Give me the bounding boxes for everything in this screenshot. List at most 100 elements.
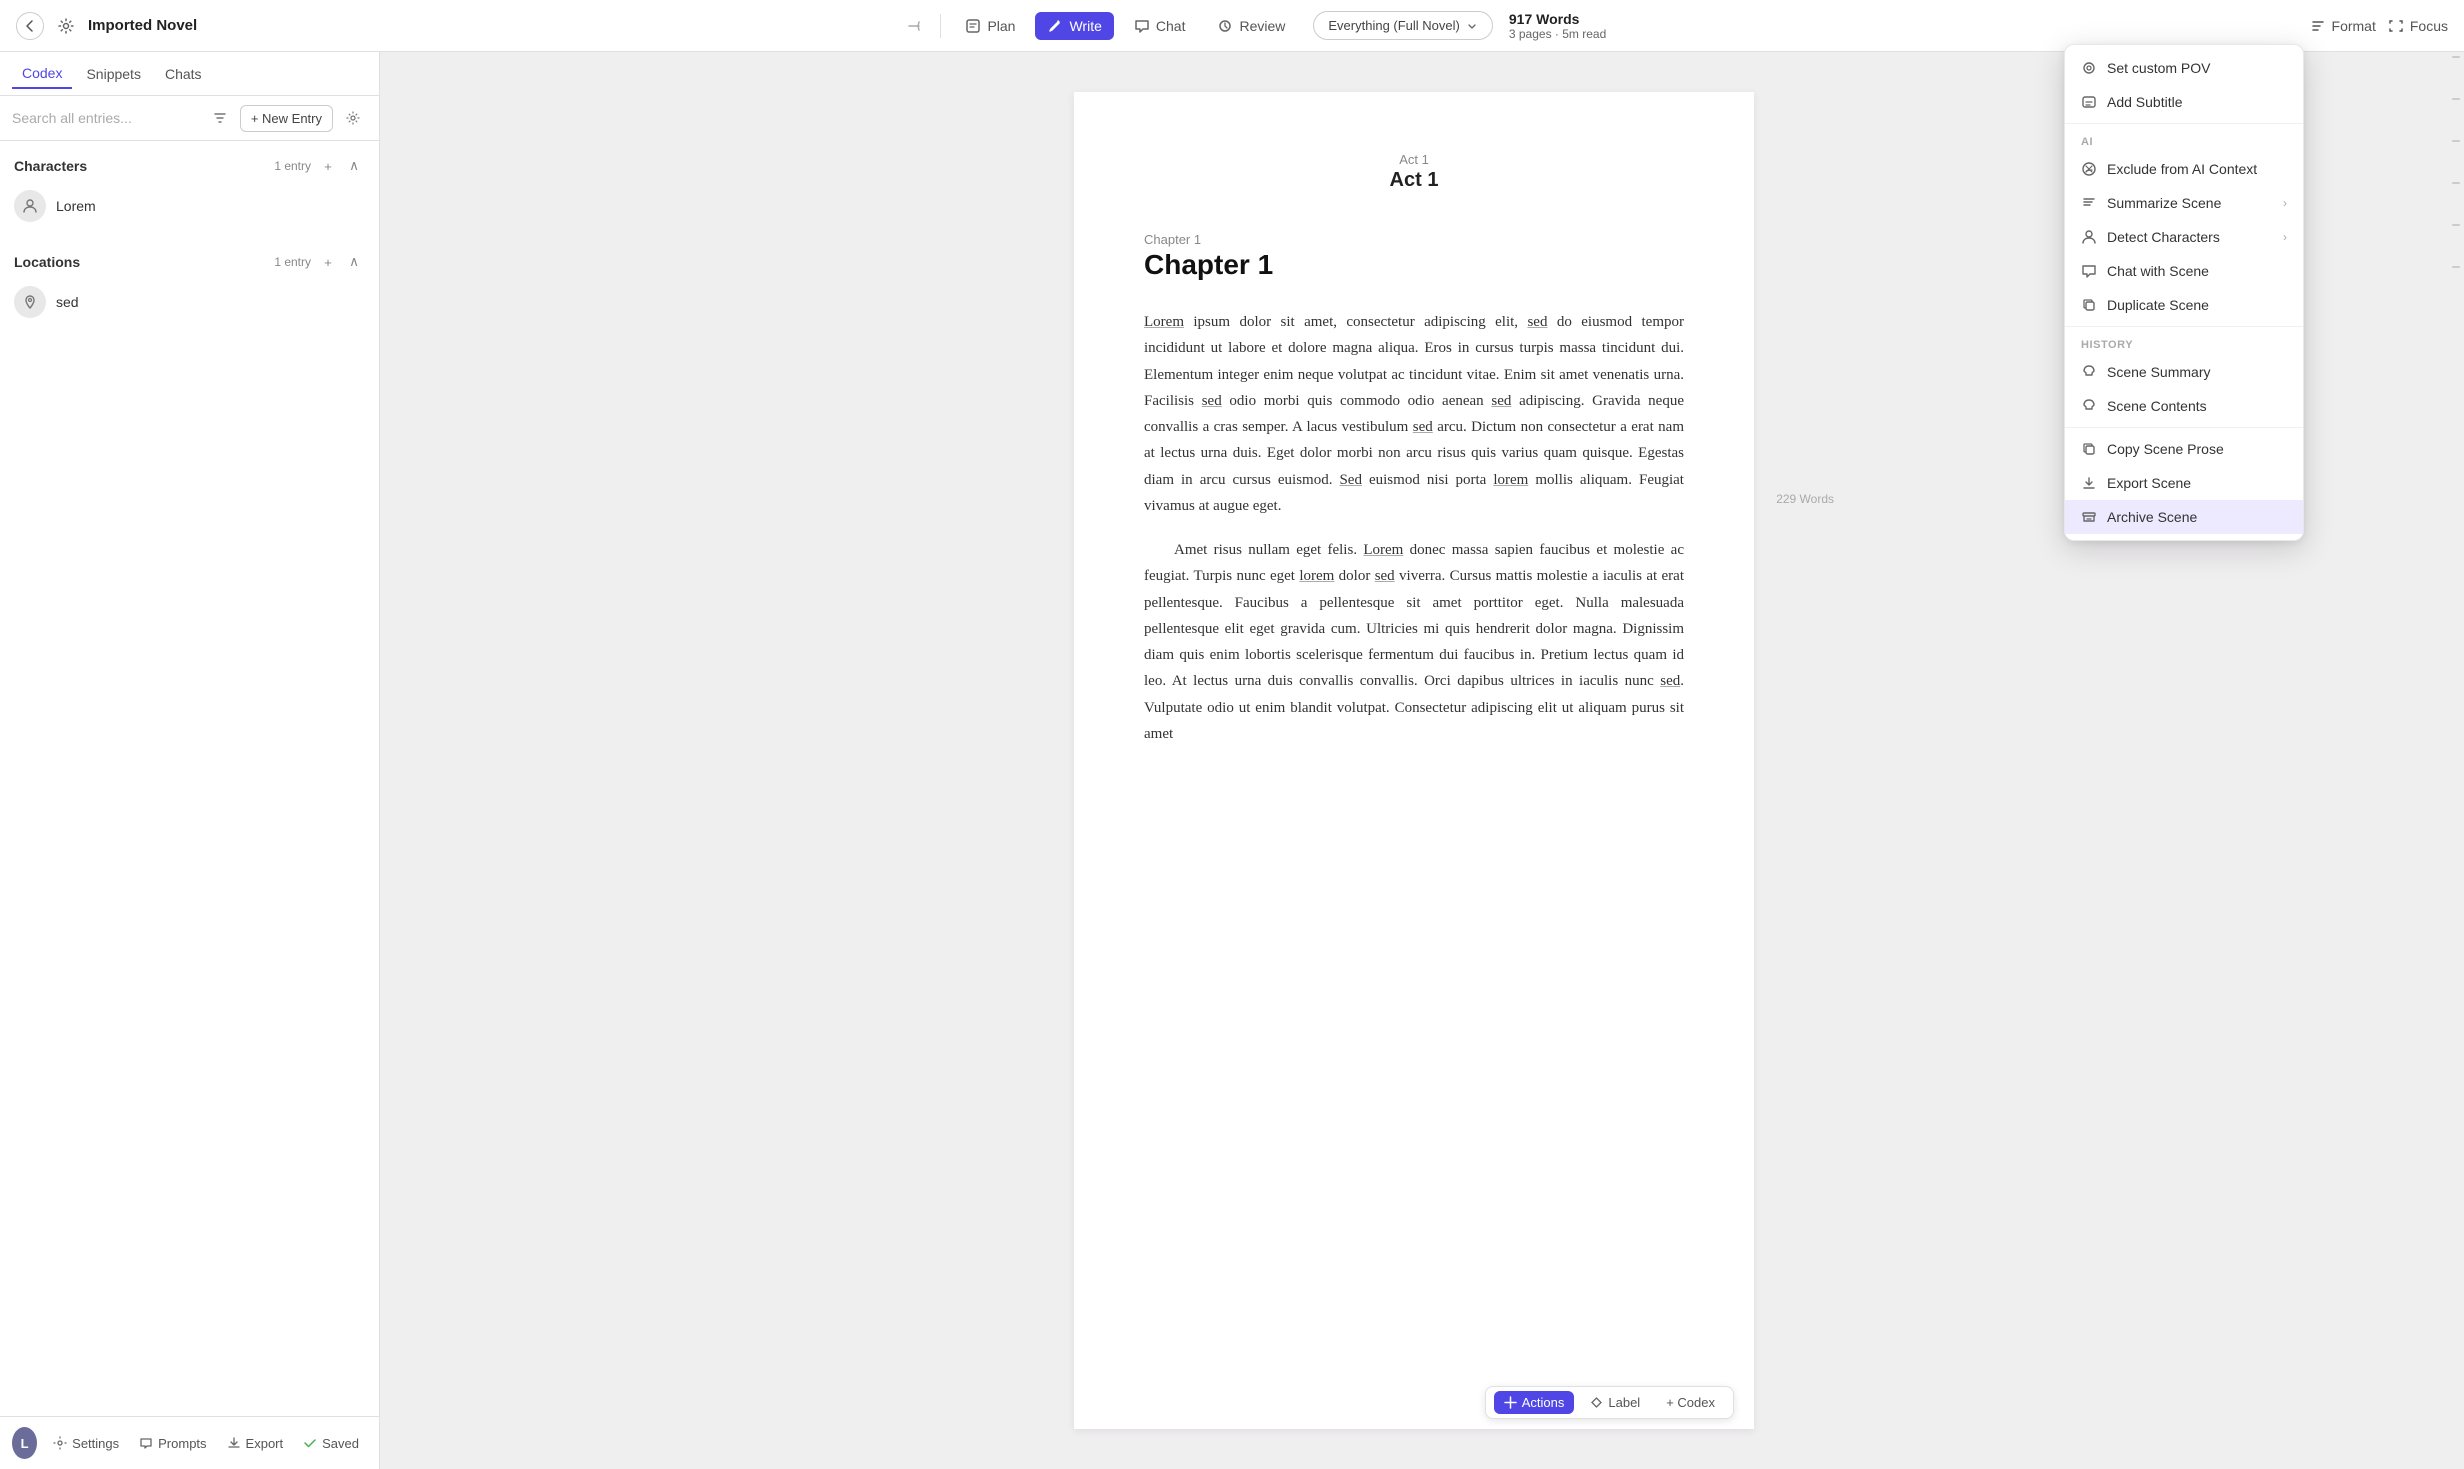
sed-link-3[interactable]: sed bbox=[1491, 393, 1511, 409]
add-character-button[interactable]: + bbox=[317, 155, 339, 177]
characters-actions: + ∧ bbox=[317, 155, 365, 177]
avatar: L bbox=[12, 1427, 37, 1459]
scroll-tick bbox=[2452, 182, 2460, 184]
ctx-chat-with-scene[interactable]: Chat with Scene bbox=[2065, 254, 2303, 288]
lorem-link-2[interactable]: lorem bbox=[1493, 472, 1528, 488]
scene-actions-bar: Actions Label + Codex bbox=[1485, 1386, 1734, 1419]
location-sed-name: sed bbox=[56, 294, 79, 310]
characters-section: Characters 1 entry + ∧ Lorem bbox=[0, 141, 379, 237]
editor-page[interactable]: Act 1 Act 1 Chapter 1 Chapter 1 Lorem ip… bbox=[1074, 92, 1754, 1429]
locations-section: Locations 1 entry + ∧ sed bbox=[0, 237, 379, 333]
word-count-badge: 229 Words bbox=[1776, 492, 1834, 506]
ctx-detect-characters[interactable]: Detect Characters › bbox=[2065, 220, 2303, 254]
prompts-footer-button[interactable]: Prompts bbox=[131, 1430, 214, 1457]
export-footer-button[interactable]: Export bbox=[219, 1430, 292, 1457]
settings-footer-button[interactable]: Settings bbox=[45, 1430, 127, 1457]
ctx-copy-scene-prose[interactable]: Copy Scene Prose bbox=[2065, 432, 2303, 466]
sidebar-footer: L Settings Prompts Export Saved bbox=[0, 1416, 379, 1469]
scroll-tick bbox=[2452, 140, 2460, 142]
codex-button[interactable]: + Codex bbox=[1656, 1391, 1725, 1414]
scope-button[interactable]: Everything (Full Novel) bbox=[1313, 11, 1493, 40]
prose-paragraph-2[interactable]: Amet risus nullam eget felis. Lorem done… bbox=[1144, 537, 1684, 747]
characters-header: Characters 1 entry + ∧ bbox=[0, 149, 379, 183]
focus-button[interactable]: Focus bbox=[2388, 18, 2448, 34]
ctx-scene-summary[interactable]: Scene Summary bbox=[2065, 355, 2303, 389]
ctx-summarize-scene[interactable]: Summarize Scene › bbox=[2065, 186, 2303, 220]
sidebar-tabs: Codex Snippets Chats bbox=[0, 52, 379, 96]
sed-link-1[interactable]: sed bbox=[1527, 314, 1547, 330]
ctx-exclude-ai[interactable]: Exclude from AI Context bbox=[2065, 152, 2303, 186]
location-sed-icon bbox=[14, 286, 46, 318]
sidebar: Codex Snippets Chats + New Entry bbox=[0, 52, 380, 1469]
locations-actions: + ∧ bbox=[317, 251, 365, 273]
chapter-label: Chapter 1 bbox=[1144, 232, 1684, 247]
pin-icon[interactable] bbox=[900, 12, 928, 40]
scroll-tick bbox=[2452, 98, 2460, 100]
sed-link-6[interactable]: sed bbox=[1375, 568, 1395, 584]
format-button[interactable]: Format bbox=[2310, 18, 2376, 34]
scroll-tick bbox=[2452, 266, 2460, 268]
sed-link-4[interactable]: sed bbox=[1413, 419, 1433, 435]
sidebar-toolbar: + New Entry bbox=[0, 96, 379, 141]
prose-paragraph-1[interactable]: Lorem ipsum dolor sit amet, consectetur … bbox=[1144, 309, 1684, 519]
ctx-add-subtitle[interactable]: Add Subtitle bbox=[2065, 85, 2303, 119]
nav-right: Format Focus bbox=[2310, 18, 2448, 34]
ctx-arrow-detect: › bbox=[2283, 230, 2287, 244]
sed-link-2[interactable]: sed bbox=[1202, 393, 1222, 409]
ctx-ai-label: AI bbox=[2065, 128, 2303, 152]
word-count: 917 Words 3 pages · 5m read bbox=[1509, 11, 1606, 41]
tab-write[interactable]: Write bbox=[1035, 12, 1113, 40]
sed-link-5[interactable]: Sed bbox=[1339, 472, 1362, 488]
search-input[interactable] bbox=[12, 110, 200, 126]
new-entry-button[interactable]: + New Entry bbox=[240, 105, 333, 132]
ctx-set-custom-pov[interactable]: Set custom POV bbox=[2065, 51, 2303, 85]
add-location-button[interactable]: + bbox=[317, 251, 339, 273]
locations-title: Locations bbox=[14, 254, 268, 270]
scene-title: Act 1 bbox=[1144, 169, 1684, 192]
ctx-divider-3 bbox=[2065, 427, 2303, 428]
sed-link-7[interactable]: sed bbox=[1660, 673, 1680, 689]
scroll-tick bbox=[2452, 56, 2460, 58]
sidebar-tab-codex[interactable]: Codex bbox=[12, 59, 72, 89]
characters-title: Characters bbox=[14, 158, 268, 174]
sidebar-tab-chats[interactable]: Chats bbox=[155, 60, 212, 88]
nav-divider bbox=[940, 14, 941, 38]
collapse-characters-button[interactable]: ∧ bbox=[343, 155, 365, 177]
scene-label: Act 1 bbox=[1144, 152, 1684, 167]
character-lorem-name: Lorem bbox=[56, 198, 96, 214]
location-sed[interactable]: sed bbox=[0, 279, 379, 325]
right-scrollbar bbox=[2448, 52, 2464, 1469]
lorem-link-3[interactable]: Lorem bbox=[1363, 542, 1403, 558]
settings-icon[interactable] bbox=[52, 12, 80, 40]
collapse-locations-button[interactable]: ∧ bbox=[343, 251, 365, 273]
label-button[interactable]: Label bbox=[1580, 1391, 1650, 1414]
filter-button[interactable] bbox=[206, 104, 234, 132]
ctx-divider-1 bbox=[2065, 123, 2303, 124]
tab-review[interactable]: Review bbox=[1205, 12, 1297, 40]
saved-indicator: Saved bbox=[295, 1430, 367, 1457]
ctx-archive-scene[interactable]: Archive Scene bbox=[2065, 500, 2303, 534]
tab-plan[interactable]: Plan bbox=[953, 12, 1027, 40]
settings-button[interactable] bbox=[339, 104, 367, 132]
ctx-scene-contents[interactable]: Scene Contents bbox=[2065, 389, 2303, 423]
ctx-duplicate-scene[interactable]: Duplicate Scene bbox=[2065, 288, 2303, 322]
context-menu: Set custom POV Add Subtitle AI Exclude f… bbox=[2064, 44, 2304, 541]
character-lorem-icon bbox=[14, 190, 46, 222]
locations-header: Locations 1 entry + ∧ bbox=[0, 245, 379, 279]
character-lorem[interactable]: Lorem bbox=[0, 183, 379, 229]
lorem-link-4[interactable]: lorem bbox=[1299, 568, 1334, 584]
app-title: Imported Novel bbox=[88, 17, 197, 34]
chapter-title: Chapter 1 bbox=[1144, 249, 1684, 281]
locations-count: 1 entry bbox=[274, 255, 311, 269]
ctx-arrow-summarize: › bbox=[2283, 196, 2287, 210]
ctx-divider-2 bbox=[2065, 326, 2303, 327]
ctx-history-label: HISTORY bbox=[2065, 331, 2303, 355]
sidebar-tab-snippets[interactable]: Snippets bbox=[76, 60, 150, 88]
tab-chat[interactable]: Chat bbox=[1122, 12, 1198, 40]
actions-button[interactable]: Actions bbox=[1494, 1391, 1575, 1414]
scroll-tick bbox=[2452, 224, 2460, 226]
back-button[interactable] bbox=[16, 12, 44, 40]
lorem-link-1[interactable]: Lorem bbox=[1144, 314, 1184, 330]
characters-count: 1 entry bbox=[274, 159, 311, 173]
ctx-export-scene[interactable]: Export Scene bbox=[2065, 466, 2303, 500]
